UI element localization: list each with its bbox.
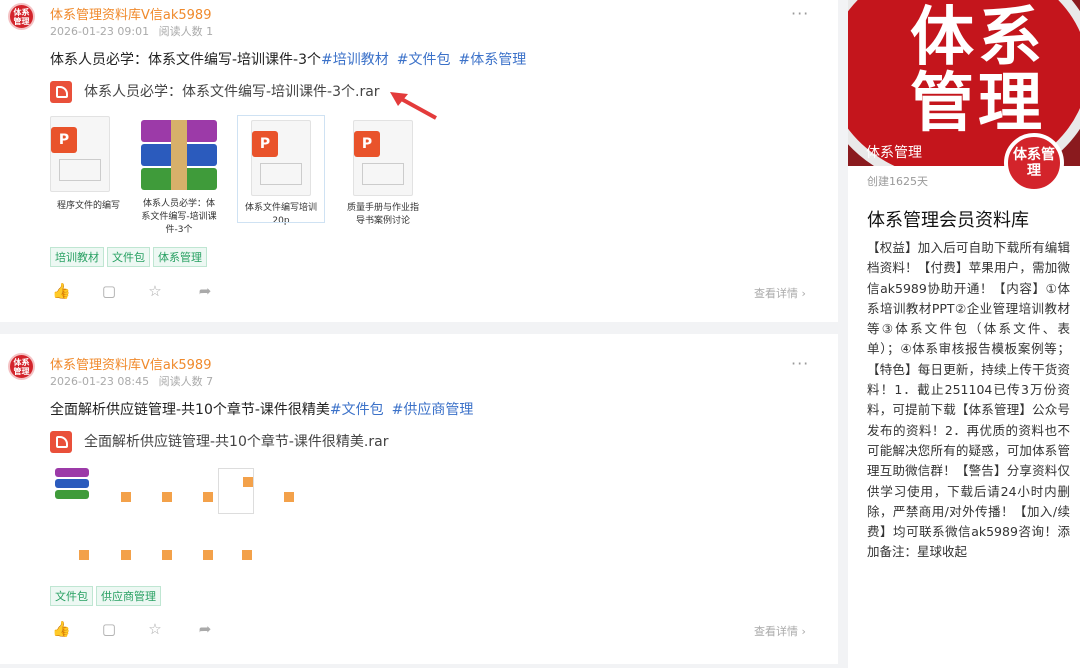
file-preview[interactable]: P 程序文件的编写 — [50, 116, 120, 213]
post-title-text: 全面解析供应链管理-共10个章节-课件很精美 — [50, 402, 330, 418]
tag[interactable]: 培训教材 — [50, 247, 104, 267]
author-name[interactable]: 体系管理资料库V信ak5989 — [50, 354, 211, 373]
file-preview-label: 质量手册与作业指导书案例讨论 — [346, 203, 419, 226]
ppt-thumbnail — [97, 484, 131, 522]
file-icon — [50, 81, 72, 103]
attachment-filename: 全面解析供应链管理-共10个章节-课件很精美.rar — [84, 434, 389, 450]
avatar[interactable]: 体系管理 — [8, 353, 35, 380]
favorite-icon[interactable]: ☆ — [146, 282, 164, 300]
ppt-thumbnail — [97, 542, 131, 580]
file-preview-label: 体系文件编写培训20p — [244, 203, 317, 226]
created-days: 创建1625天 — [867, 175, 928, 188]
file-preview-mosaic[interactable] — [55, 464, 295, 582]
hashtag[interactable]: #文件包 — [397, 52, 451, 68]
tag-list: 文件包 供应商管理 — [50, 585, 164, 606]
ppt-thumbnail — [260, 484, 294, 522]
tag[interactable]: 文件包 — [107, 247, 150, 267]
ppt-thumbnail — [218, 542, 252, 580]
group-description: 【权益】加入后可自助下载所有编辑档资料！【付费】苹果用户，需加微信ak5989协… — [867, 240, 1070, 560]
like-icon[interactable]: 👍 — [52, 282, 71, 300]
file-preview-label: 体系人员必学：体系文件编写-培训课件-3个 — [141, 199, 217, 235]
attachment-file[interactable]: 体系人员必学：体系文件编写-培训课件-3个.rar — [50, 81, 380, 103]
tag-list: 培训教材 文件包 体系管理 — [50, 246, 210, 267]
feed: 体系管理 体系管理资料库V信ak5989 2026-01-23 09:01 阅读… — [0, 0, 838, 668]
hashtag[interactable]: #培训教材 — [321, 52, 389, 68]
tag[interactable]: 文件包 — [50, 586, 93, 606]
tag[interactable]: 供应商管理 — [96, 586, 161, 606]
file-preview[interactable]: P 体系文件编写培训20p — [237, 115, 325, 226]
post-meta: 2026-01-23 08:45 阅读人数 7 — [50, 373, 219, 389]
read-count: 阅读人数 1 — [158, 25, 214, 38]
ppt-icon: P — [50, 116, 110, 192]
share-icon[interactable]: ➦ — [196, 282, 214, 300]
post-card: 体系管理 体系管理资料库V信ak5989 2026-01-23 09:01 阅读… — [0, 0, 838, 322]
rar-archive-icon — [55, 468, 89, 506]
post-title[interactable]: 全面解析供应链管理-共10个章节-课件很精美#文件包 #供应商管理 — [50, 399, 473, 419]
avatar[interactable]: 体系管理 — [8, 3, 35, 30]
attachment-file[interactable]: 全面解析供应链管理-共10个章节-课件很精美.rar — [50, 431, 388, 453]
post-meta: 2026-01-23 09:01 阅读人数 1 — [50, 23, 219, 39]
view-details-link[interactable]: 查看详情 › — [754, 623, 806, 639]
banner-label: 体系管理 — [866, 145, 922, 161]
ppt-thumbnail — [138, 484, 172, 522]
ppt-thumbnail — [55, 542, 89, 580]
ppt-thumbnail — [138, 542, 172, 580]
file-preview-label: 程序文件的编写 — [56, 201, 120, 211]
comment-icon[interactable]: ▢ — [100, 620, 118, 638]
more-icon[interactable]: ··· — [791, 4, 809, 23]
tag[interactable]: 体系管理 — [153, 247, 207, 267]
author-name[interactable]: 体系管理资料库V信ak5989 — [50, 4, 211, 23]
attachment-filename: 体系人员必学：体系文件编写-培训课件-3个.rar — [84, 84, 380, 100]
ppt-thumbnail — [179, 542, 213, 580]
hashtag[interactable]: #体系管理 — [458, 52, 526, 68]
group-sidebar: 体系管理 体系管理 体系管理 创建1625天 体系管理会员资料库 【权益】加入后… — [848, 0, 1080, 668]
file-preview[interactable]: 体系人员必学：体系文件编写-培训课件-3个 — [136, 120, 222, 237]
ppt-icon: P — [353, 120, 413, 196]
more-icon[interactable]: ··· — [791, 354, 809, 373]
post-title[interactable]: 体系人员必学：体系文件编写-培训课件-3个#培训教材 #文件包 #体系管理 — [50, 49, 526, 69]
ppt-thumbnail — [179, 484, 213, 522]
like-icon[interactable]: 👍 — [52, 620, 71, 638]
file-icon — [50, 431, 72, 453]
rar-archive-icon — [141, 120, 217, 194]
group-title: 体系管理会员资料库 — [867, 210, 1029, 231]
comment-icon[interactable]: ▢ — [100, 282, 118, 300]
favorite-icon[interactable]: ☆ — [146, 620, 164, 638]
hashtag[interactable]: #文件包 — [330, 402, 384, 418]
post-date: 2026-01-23 08:45 — [50, 375, 150, 388]
view-details-link[interactable]: 查看详情 › — [754, 285, 806, 301]
hashtag[interactable]: #供应商管理 — [392, 402, 474, 418]
group-avatar[interactable]: 体系管理 — [1004, 133, 1064, 193]
ppt-thumbnail — [218, 468, 254, 514]
read-count: 阅读人数 7 — [158, 375, 214, 388]
share-icon[interactable]: ➦ — [196, 620, 214, 638]
ppt-icon: P — [251, 120, 311, 196]
post-title-text: 体系人员必学：体系文件编写-培训课件-3个 — [50, 52, 322, 68]
file-preview[interactable]: P 质量手册与作业指导书案例讨论 — [340, 116, 426, 228]
post-date: 2026-01-23 09:01 — [50, 25, 150, 38]
banner-logo-text: 体系管理 — [910, 1, 1046, 141]
